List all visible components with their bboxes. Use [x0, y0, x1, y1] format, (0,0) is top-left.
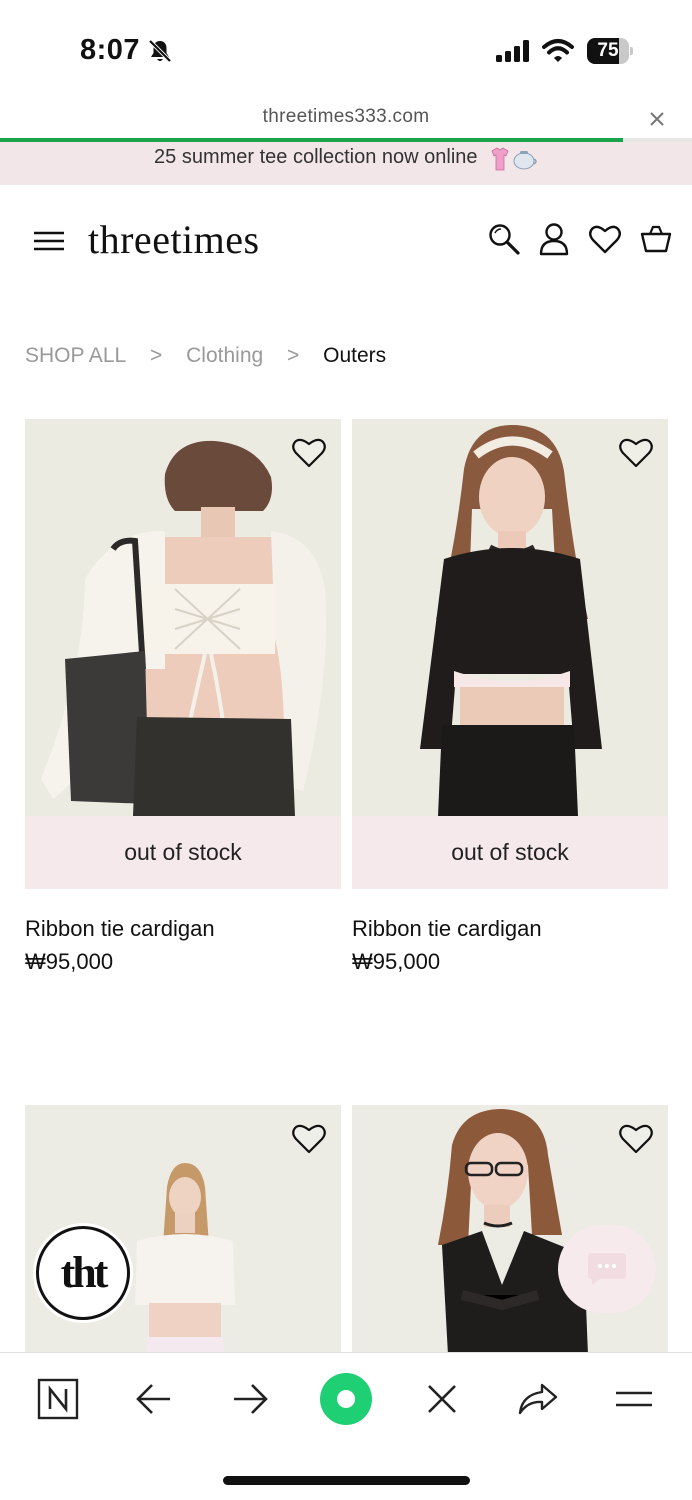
product-name[interactable]: Ribbon tie cardigan [352, 916, 542, 942]
model-back-white-cardigan-image [25, 419, 341, 816]
site-logo[interactable]: threetimes [88, 216, 260, 263]
product-name[interactable]: Ribbon tie cardigan [25, 916, 215, 942]
url-bar[interactable]: threetimes333.com [0, 100, 692, 140]
signal-icon [496, 40, 529, 62]
wishlist-heart-icon[interactable] [618, 1123, 654, 1155]
breadcrumb-outers: Outers [323, 344, 387, 367]
breadcrumb-clothing[interactable]: Clothing [186, 344, 263, 368]
chat-button[interactable] [558, 1225, 656, 1313]
stock-status-badge: out of stock [25, 816, 341, 889]
wishlist-heart-icon[interactable] [291, 437, 327, 469]
chat-bubble-icon [588, 1253, 626, 1285]
announcement-text[interactable]: 25 summer tee collection now online [154, 146, 478, 168]
product-image[interactable] [25, 419, 341, 816]
cart-icon[interactable] [639, 222, 673, 256]
brand-badge-text: tht [60, 1248, 109, 1297]
green-circle-home-icon[interactable] [318, 1371, 374, 1427]
wifi-icon [542, 39, 574, 62]
status-bar: 8:07 75 [0, 0, 692, 100]
url-text[interactable]: threetimes333.com [0, 106, 692, 128]
wishlist-icon[interactable] [588, 222, 622, 256]
announcement-banner[interactable]: 25 summer tee collection now online [0, 142, 692, 185]
close-icon[interactable] [418, 1375, 466, 1423]
battery-icon: 75 [587, 38, 633, 64]
site-header: threetimes [0, 200, 692, 280]
product-price: ₩95,000 [25, 949, 114, 974]
model-front-black-cardigan-image [352, 419, 668, 816]
product-price: ₩95,000 [352, 949, 441, 974]
wishlist-heart-icon[interactable] [618, 437, 654, 469]
share-icon[interactable] [514, 1375, 562, 1423]
product-image[interactable] [352, 419, 668, 816]
bell-slash-icon [148, 39, 172, 63]
breadcrumb-shop-all[interactable]: SHOP ALL [25, 344, 126, 368]
naver-n-icon[interactable] [34, 1375, 82, 1423]
status-time: 8:07 [80, 34, 141, 66]
back-arrow-icon[interactable] [130, 1375, 178, 1423]
menu-icon[interactable] [32, 228, 66, 254]
search-icon[interactable] [487, 222, 521, 256]
close-icon[interactable] [644, 106, 670, 132]
breadcrumb-separator: > [150, 344, 163, 367]
stock-status-badge: out of stock [352, 816, 668, 889]
menu-lines-icon[interactable] [610, 1375, 658, 1423]
breadcrumb: SHOP ALL > Clothing > Outers [25, 344, 386, 368]
brand-badge-button[interactable]: tht [36, 1226, 130, 1320]
wishlist-heart-icon[interactable] [291, 1123, 327, 1155]
forward-arrow-icon[interactable] [226, 1375, 274, 1423]
breadcrumb-separator: > [287, 344, 300, 367]
home-indicator[interactable] [223, 1476, 470, 1485]
battery-label: 75 [597, 40, 619, 61]
pink-tshirt-icon [491, 147, 537, 171]
account-icon[interactable] [537, 222, 571, 256]
